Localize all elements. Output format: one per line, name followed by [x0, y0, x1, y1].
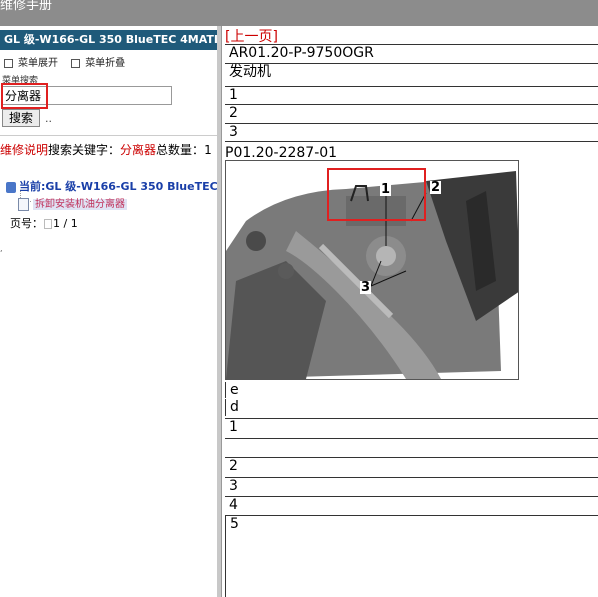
search-results-summary: 维修说明搜索关键字：分离器总数量：1	[0, 142, 217, 159]
page-box-icon	[44, 219, 52, 229]
engine-illustration	[226, 161, 518, 379]
step-row: 1	[225, 86, 598, 104]
results-keyword-label: 搜索关键字：	[48, 143, 121, 157]
search-label: 菜单搜索	[2, 76, 39, 86]
step-row: 3	[225, 477, 598, 496]
results-count: 1	[204, 143, 212, 157]
tree-current-node[interactable]: 当前:GL 级-W166-GL 350 BlueTEC	[6, 178, 217, 194]
step-row	[225, 438, 598, 457]
tree-current-label: 当前:GL 级-W166-GL 350 BlueTEC	[19, 180, 217, 193]
step-row: 1	[225, 418, 598, 438]
tree-item[interactable]: 拆卸安装机油分离器	[18, 195, 127, 211]
step-row: 4	[225, 496, 598, 515]
callout-label: 1	[380, 182, 392, 197]
menu-expand-button[interactable]: 菜单展开	[4, 58, 58, 69]
search-input[interactable]	[2, 86, 172, 105]
menu-controls: 菜单展开 菜单折叠	[4, 54, 135, 69]
sidebar: GL 级-W166-GL 350 BlueTEC 4MATIC 菜单展开 菜单折…	[0, 26, 217, 597]
divider	[0, 135, 217, 136]
window-title: 维修手册	[0, 0, 53, 13]
step-row: 5	[225, 515, 598, 597]
ellipsis: ..	[45, 112, 52, 125]
expand-icon	[4, 58, 13, 68]
results-count-label: 总数量：	[156, 143, 205, 157]
callout-label: 3	[360, 280, 372, 295]
prev-page-link[interactable]: [上一页]	[225, 26, 278, 46]
engine-figure: 1 2 3	[225, 160, 519, 380]
step-row: 2	[225, 104, 598, 123]
vehicle-header: GL 级-W166-GL 350 BlueTEC 4MATIC	[0, 30, 217, 50]
document-pane: [上一页] AR01.20-P-9750OGR 发动机 1 2 3 P01.20…	[225, 26, 598, 597]
doc-code: AR01.20-P-9750OGR	[225, 44, 598, 62]
results-category: 维修说明	[0, 143, 49, 157]
search-button[interactable]: 搜索	[2, 109, 40, 127]
title-bar: 维修手册	[0, 0, 598, 26]
menu-collapse-button[interactable]: 菜单折叠	[71, 58, 125, 69]
pager-label: 页号：	[10, 217, 43, 230]
figure-id: P01.20-2287-01	[225, 145, 338, 161]
results-keyword: 分离器	[120, 143, 157, 157]
pager-page: 1 / 1	[53, 217, 78, 230]
callout-label: 2	[430, 180, 442, 195]
step-row: 3	[225, 123, 598, 142]
legend-row: d	[225, 399, 598, 416]
legend-row: e	[225, 382, 598, 398]
tick-mark: ,	[0, 244, 3, 253]
step-row: 2	[225, 457, 598, 477]
pager: 页号： 1 / 1	[10, 215, 78, 231]
document-icon	[18, 197, 29, 211]
collapse-icon	[71, 58, 81, 68]
tree-item-link[interactable]: 拆卸安装机油分离器	[33, 199, 127, 210]
doc-section: 发动机	[225, 63, 598, 84]
folder-icon	[6, 181, 16, 193]
